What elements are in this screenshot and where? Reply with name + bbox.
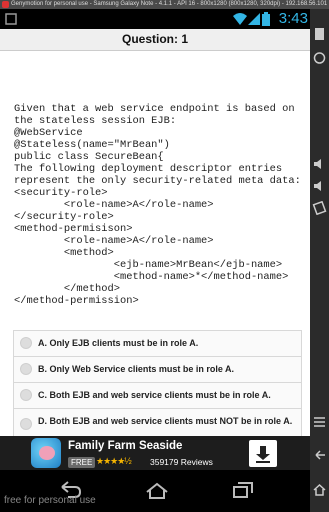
ad-app-name: Family Farm Seaside [68,440,183,452]
radio-button[interactable] [20,337,32,349]
question-text: Given that a web service endpoint is bas… [14,103,301,307]
watermark: free for personal use [4,495,96,506]
battery-icon[interactable] [312,27,327,41]
radio-button[interactable] [20,418,32,430]
radio-button[interactable] [20,363,32,375]
answer-label: D. Both EJB and web service clients must… [38,416,293,426]
download-icon [256,446,270,463]
back-icon[interactable] [312,449,327,463]
answer-options: A. Only EJB clients must be in role A. B… [13,330,302,436]
volume-up-icon[interactable] [312,157,327,171]
recent-apps-icon[interactable] [229,479,257,501]
volume-down-icon[interactable] [312,179,327,193]
answer-label: B. Only Web Service clients must be in r… [38,364,235,374]
navigation-bar: free for personal use [0,470,310,512]
menu-icon[interactable] [312,415,327,429]
close-icon[interactable] [2,1,9,8]
signal-icon [248,13,260,25]
answer-option-d[interactable]: D. Both EJB and web service clients must… [13,408,302,436]
question-header: Question: 1 [0,29,310,51]
status-clock: 3:43 [278,10,308,27]
quiz-screen: Question: 1 Given that a web service end… [0,29,310,436]
ad-banner[interactable]: Family Farm Seaside FREE ★★★★½ 359179 Re… [0,436,310,470]
home-icon[interactable] [143,479,171,501]
answer-label: C. Both EJB and web service clients must… [38,390,271,400]
emulator-sidebar [310,9,329,512]
status-bar: 3:43 [0,9,310,29]
radio-button[interactable] [20,389,32,401]
battery-icon [262,12,270,26]
review-count: 359179 Reviews [150,457,213,467]
answer-label: A. Only EJB clients must be in role A. [38,338,199,348]
gps-icon[interactable] [312,51,327,65]
answer-option-a[interactable]: A. Only EJB clients must be in role A. [13,330,302,356]
home-icon[interactable] [312,483,327,497]
rotate-icon[interactable] [312,201,327,215]
window-titlebar: Genymotion for personal use - Samsung Ga… [0,0,329,9]
notification-icon [5,13,17,25]
wifi-icon [233,13,247,25]
free-badge: FREE [68,457,96,468]
answer-option-b[interactable]: B. Only Web Service clients must be in r… [13,356,302,382]
rating-stars: ★★★★½ [96,456,132,466]
download-button[interactable] [249,440,277,467]
answer-option-c[interactable]: C. Both EJB and web service clients must… [13,382,302,408]
window-title: Genymotion for personal use - Samsung Ga… [11,1,328,7]
app-icon [31,438,61,468]
